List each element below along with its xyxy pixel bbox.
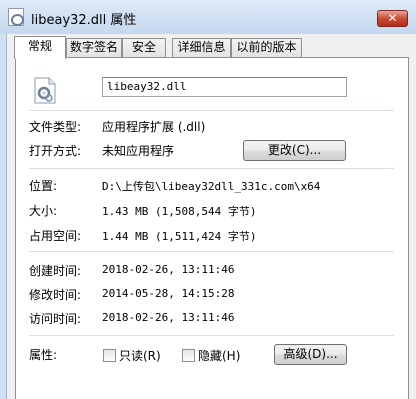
opens-with-value: 未知应用程序 — [102, 144, 175, 158]
tab-general[interactable]: 常规 — [14, 36, 66, 59]
dll-file-icon — [8, 8, 24, 26]
change-button[interactable]: 更改(C)... — [243, 140, 346, 161]
tab-security[interactable]: 安全 — [122, 38, 166, 57]
file-type-label: 文件类型: — [29, 120, 82, 134]
readonly-checkbox[interactable] — [103, 349, 116, 362]
window-title: libeay32.dll 属性 — [31, 13, 137, 28]
file-name-field[interactable]: libeay32.dll — [102, 77, 347, 97]
advanced-button[interactable]: 高级(D)... — [274, 344, 347, 365]
created-value: 2018-02-26, 13:11:46 — [102, 263, 235, 276]
dll-gear-file-icon — [34, 77, 56, 104]
title-bar[interactable]: libeay32.dll 属性 ✕ — [0, 0, 416, 34]
hidden-checkbox[interactable] — [182, 349, 195, 362]
opens-with-label: 打开方式: — [29, 144, 82, 158]
tab-previous-versions[interactable]: 以前的版本 — [231, 38, 302, 57]
size-on-disk-label: 占用空间: — [29, 229, 82, 243]
accessed-value: 2018-02-26, 13:11:46 — [102, 311, 235, 324]
location-label: 位置: — [29, 179, 58, 193]
readonly-label[interactable]: 只读(R) — [119, 347, 161, 364]
tab-details[interactable]: 详细信息 — [172, 38, 231, 57]
file-type-value: 应用程序扩展 (.dll) — [102, 120, 206, 134]
hidden-label[interactable]: 隐藏(H) — [198, 347, 240, 364]
separator — [29, 251, 394, 252]
size-on-disk-value: 1.44 MB (1,511,424 字节) — [102, 230, 257, 243]
separator — [29, 335, 394, 336]
created-label: 创建时间: — [29, 264, 82, 278]
separator — [29, 110, 394, 111]
attributes-label: 属性: — [29, 348, 58, 362]
accessed-label: 访问时间: — [29, 312, 82, 326]
size-label: 大小: — [29, 204, 58, 218]
modified-value: 2014-05-28, 14:15:28 — [102, 287, 235, 300]
general-panel: libeay32.dll 文件类型: 应用程序扩展 (.dll) 打开方式: 未… — [15, 57, 409, 399]
size-value: 1.43 MB (1,508,544 字节) — [102, 205, 257, 218]
separator — [29, 168, 394, 169]
close-button[interactable]: ✕ — [377, 10, 408, 27]
tab-digital-signatures[interactable]: 数字签名 — [66, 38, 122, 57]
location-value: D:\上传包\libeay32dll_331c.com\x64 — [102, 180, 321, 193]
modified-label: 修改时间: — [29, 288, 82, 302]
